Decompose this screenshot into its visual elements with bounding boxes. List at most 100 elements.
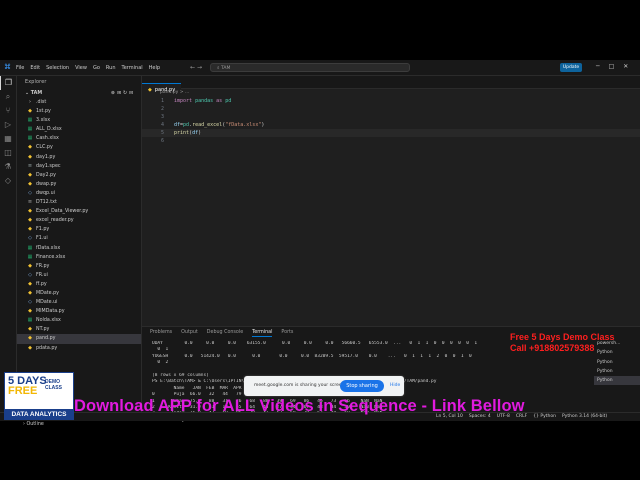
menu-item-file[interactable]: File [16, 65, 24, 71]
file-name: excel_reader.py [36, 218, 74, 224]
code-line[interactable]: 1 import pandas as pd [142, 97, 640, 105]
testing-icon[interactable]: ⚗ [0, 160, 16, 174]
code-line[interactable]: 5 print(df) [142, 129, 640, 137]
folder-icon: › [29, 99, 31, 105]
file-name: dwap.py [36, 181, 57, 187]
explorer-title: Explorer [25, 80, 47, 85]
panel-tab-ports[interactable]: Ports [281, 330, 293, 335]
code-line[interactable]: 3 [142, 113, 640, 121]
file-item[interactable]: ▦ 3.xlsx [17, 116, 141, 125]
code-line[interactable]: 4 df=pd.read_excel("fData.xlsx") [142, 121, 640, 129]
file-item[interactable]: ▦ Nolda.xlsx [17, 316, 141, 325]
menu-item-terminal[interactable]: Terminal [122, 65, 143, 71]
file-item[interactable]: ◆ F1.py [17, 225, 141, 234]
python-file-icon: ◆ [28, 171, 32, 178]
vscode-logo-icon: ⌘ [4, 63, 11, 71]
workspace-root[interactable]: ⌄ TAM ⊕⊞↻⊟ [17, 90, 141, 98]
file-name: F1.ui [36, 236, 48, 242]
ui-file-icon: ◇ [28, 299, 32, 306]
menu-item-view[interactable]: View [75, 65, 87, 71]
window-controls[interactable]: ─□✕ [596, 63, 637, 70]
file-item[interactable]: ◆ 1st.py [17, 107, 141, 116]
breadcrumb[interactable]: pand.py > ... [142, 89, 640, 97]
panel-tab-debug-console[interactable]: Debug Console [207, 330, 243, 335]
file-name: MDate.py [36, 290, 60, 296]
update-button[interactable]: Update [560, 63, 582, 72]
ui-file-icon: ◇ [28, 271, 32, 278]
menu-item-go[interactable]: Go [93, 65, 100, 71]
panel-tab-problems[interactable]: Problems [150, 330, 172, 335]
workspace-root-label: TAM [30, 91, 43, 96]
file-item[interactable]: ◆ MDate.py [17, 289, 141, 298]
file-item[interactable]: ≡ DT12.txt [17, 198, 141, 207]
python-file-icon: ◆ [28, 108, 32, 115]
line-number: 4 [160, 122, 164, 128]
line-number: 1 [160, 98, 164, 104]
python-file-icon: ◆ [28, 289, 32, 296]
file-item[interactable]: ◇ F1.ui [17, 234, 141, 243]
python-file-icon: ◆ [28, 326, 32, 333]
code-editor[interactable]: 1 import pandas as pd 2 3 4 df=pd.read_excel(… [142, 97, 640, 145]
command-center-search[interactable]: ⌕ TAM [210, 63, 411, 72]
status-item[interactable]: Python 3.14 (64-bit) [562, 414, 607, 419]
menu-item-selection[interactable]: Selection [46, 65, 69, 71]
file-item[interactable]: ▦ fData.xlsx [17, 244, 141, 253]
file-item[interactable]: ◇ MDate.ui [17, 298, 141, 307]
excel-file-icon: ▦ [27, 117, 33, 124]
file-item[interactable]: ◆ pdata.py [17, 344, 141, 353]
file-item[interactable]: ≡ day1.spec [17, 162, 141, 171]
file-item[interactable]: ◆ CLC.py [17, 143, 141, 152]
file-item[interactable]: ◆ FR.py [17, 262, 141, 271]
menu-item-edit[interactable]: Edit [30, 65, 40, 71]
promo-line-2: Call +918802579388 [510, 343, 595, 353]
file-item[interactable]: ◆ MIMData.py [17, 307, 141, 316]
text-file-icon: ≡ [27, 199, 33, 206]
menu-item-help[interactable]: Help [149, 65, 160, 71]
terminal-instance[interactable]: Python [594, 358, 640, 367]
share-message: meet.google.com is sharing your screen. [254, 383, 346, 388]
promo-overlay: Free 5 Days Demo Class Call +91880257938… [510, 332, 615, 354]
file-item[interactable]: ◇ FR.ui [17, 271, 141, 280]
promo-line-1: Free 5 Days Demo Class [510, 332, 615, 342]
file-name: day1.py [36, 154, 56, 160]
file-item[interactable]: ▦ Finance.xlsx [17, 253, 141, 262]
explorer-icon[interactable]: ❐ [0, 76, 16, 90]
code-line[interactable]: 6 [142, 137, 640, 145]
excel-file-icon: ▦ [27, 253, 33, 260]
ui-file-icon: ◇ [28, 189, 32, 196]
remote-icon[interactable]: ◫ [0, 146, 16, 160]
file-item[interactable]: ◇ dwqp.ui [17, 189, 141, 198]
badge-free: FREE [8, 385, 38, 397]
ui-file-icon: ◇ [28, 235, 32, 242]
file-item[interactable]: ◆ excel_reader.py [17, 216, 141, 225]
file-item[interactable]: ◆ dwap.py [17, 180, 141, 189]
extensions-icon[interactable]: ▦ [0, 132, 16, 146]
hide-share-bar-button[interactable]: Hide [390, 383, 400, 388]
terminal-instance[interactable]: Python [594, 376, 640, 386]
code-line[interactable]: 2 [142, 105, 640, 113]
explorer-toolbar-icons[interactable]: ⊕⊞↻⊟ [111, 90, 135, 98]
file-item[interactable]: ◆ Day2.py [17, 171, 141, 180]
status-item[interactable]: {} Python [533, 414, 556, 419]
nav-arrows-icon[interactable]: ← → [190, 64, 202, 71]
file-item[interactable]: ◆ NT.py [17, 325, 141, 334]
python-icon[interactable]: ◇ [0, 174, 16, 188]
panel-tab-output[interactable]: Output [181, 330, 198, 335]
search-icon[interactable]: ⌕ [0, 90, 16, 104]
file-item[interactable]: ◆ ff.py [17, 280, 141, 289]
file-item[interactable]: › .dist [17, 98, 141, 107]
stop-sharing-button[interactable]: Stop sharing [340, 380, 384, 392]
file-item[interactable]: ◆ day1.py [17, 153, 141, 162]
file-item[interactable]: ◆ pand.py [17, 334, 141, 344]
run-debug-icon[interactable]: ▷ [0, 118, 16, 132]
menu-item-run[interactable]: Run [106, 65, 116, 71]
source-control-icon[interactable]: ⑂ [0, 104, 16, 118]
file-item[interactable]: ◆ Excel_Data_Viewer.py [17, 207, 141, 216]
demo-class-badge: 5 DAYS FREE DEMO CLASS DATA ANALYTICS [4, 372, 74, 420]
terminal-instance[interactable]: Python [594, 367, 640, 376]
file-item[interactable]: ▦ ALL_D.xlsx [17, 125, 141, 134]
panel-tab-terminal[interactable]: Terminal [252, 330, 273, 337]
file-name: NT.py [36, 327, 50, 333]
python-file-icon: ◆ [28, 180, 32, 187]
file-item[interactable]: ▦ Cash.xlsx [17, 134, 141, 143]
